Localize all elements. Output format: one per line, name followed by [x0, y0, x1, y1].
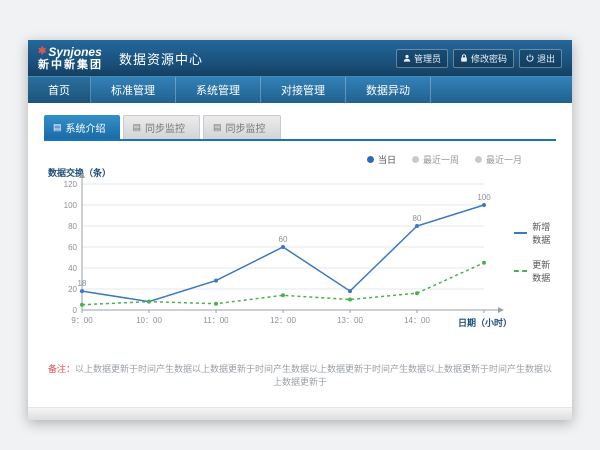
filter-label: 当日 [378, 153, 396, 166]
svg-text:12：00: 12：00 [270, 316, 296, 325]
nav-item-label: 数据异动 [366, 82, 410, 98]
tab-system-intro[interactable]: ▤ 系统介绍 [44, 115, 120, 139]
tab-label: 同步监控 [226, 120, 266, 135]
tab-label: 系统介绍 [66, 120, 106, 135]
tab-bar: ▤ 系统介绍 ▤ 同步监控 ▤ 同步监控 [44, 115, 556, 141]
radio-dot-icon [475, 156, 482, 163]
filter-label: 最近一周 [423, 153, 459, 166]
svg-text:日期（小时）: 日期（小时） [458, 317, 512, 328]
nav-item-label: 对接管理 [281, 82, 325, 98]
document-icon: ▤ [213, 123, 222, 132]
tab-sync-monitor-1[interactable]: ▤ 同步监控 [123, 115, 201, 139]
footnote-text: 以上数据更新于时间产生数据以上数据更新于时间产生数据以上数据更新于时间产生数据以… [75, 364, 552, 387]
svg-text:0: 0 [73, 306, 78, 315]
legend-item-updated-data[interactable]: 更新数据 [514, 258, 556, 284]
document-icon: ▤ [133, 123, 142, 132]
nav-item-home[interactable]: 首页 [28, 77, 91, 103]
tab-label: 同步监控 [145, 120, 185, 135]
legend-label: 新增数据 [532, 220, 556, 246]
change-password-button[interactable]: 修改密码 [453, 49, 514, 68]
footnote: 备注：以上数据更新于时间产生数据以上数据更新于时间产生数据以上数据更新于时间产生… [44, 362, 556, 388]
svg-text:100: 100 [64, 201, 78, 210]
header-actions: 管理员 修改密码 退出 [396, 49, 562, 68]
app-header: ✱ Synjones 新中新集团 数据资源中心 管理员 修改密码 [28, 40, 572, 76]
period-filters: 当日 最近一周 最近一月 [44, 153, 522, 166]
nav-item-data-change[interactable]: 数据异动 [346, 77, 431, 103]
svg-text:80: 80 [68, 222, 77, 231]
svg-text:40: 40 [68, 264, 77, 273]
tab-sync-monitor-2[interactable]: ▤ 同步监控 [203, 115, 281, 139]
radio-dot-icon [412, 156, 419, 163]
filter-today[interactable]: 当日 [367, 153, 396, 166]
filter-label: 最近一月 [486, 153, 522, 166]
logout-button[interactable]: 退出 [519, 49, 562, 68]
filter-last-week[interactable]: 最近一周 [412, 153, 459, 166]
lock-icon [460, 54, 468, 62]
line-chart: 数据交换（条） 0 20 40 60 80 100 120 9：00 10：00 11：00 12：0… [44, 166, 514, 338]
dashed-line-icon [514, 270, 527, 272]
svg-text:100: 100 [477, 193, 491, 202]
logo-flower-icon: ✱ [38, 47, 46, 57]
svg-text:20: 20 [68, 285, 77, 294]
logo-text: Synjones [48, 46, 101, 58]
page-title: 数据资源中心 [119, 49, 203, 68]
logo-subtitle: 新中新集团 [38, 60, 103, 71]
solid-line-icon [514, 232, 527, 234]
legend-item-new-data[interactable]: 新增数据 [514, 220, 556, 246]
chart-panel: 数据交换（条） 0 20 40 60 80 100 120 9：00 10：00 11：00 12：0… [44, 166, 556, 338]
chart-legend: 新增数据 更新数据 [514, 220, 556, 284]
logo-wordmark: ✱ Synjones [38, 46, 103, 58]
svg-text:数据交换（条）: 数据交换（条） [48, 167, 111, 178]
power-icon [526, 54, 534, 62]
svg-text:11：00: 11：00 [203, 316, 229, 325]
logout-label: 退出 [537, 52, 555, 65]
nav-item-label: 系统管理 [196, 82, 240, 98]
user-icon [403, 54, 411, 62]
app-window: ✱ Synjones 新中新集团 数据资源中心 管理员 修改密码 [28, 40, 572, 420]
document-icon: ▤ [53, 123, 62, 132]
nav-item-label: 标准管理 [111, 82, 155, 98]
change-password-label: 修改密码 [471, 52, 507, 65]
svg-text:60: 60 [279, 235, 288, 244]
window-footer [28, 407, 572, 420]
company-logo: ✱ Synjones 新中新集团 [38, 46, 103, 71]
nav-item-connect-mgmt[interactable]: 对接管理 [261, 77, 346, 103]
filter-last-month[interactable]: 最近一月 [475, 153, 522, 166]
main-nav: 首页 标准管理 系统管理 对接管理 数据异动 [28, 76, 572, 103]
radio-dot-icon [367, 156, 374, 163]
svg-text:120: 120 [64, 180, 78, 189]
admin-user-label: 管理员 [414, 52, 441, 65]
nav-item-standard-mgmt[interactable]: 标准管理 [91, 77, 176, 103]
nav-item-system-mgmt[interactable]: 系统管理 [176, 77, 261, 103]
svg-text:14：00: 14：00 [404, 316, 430, 325]
admin-user-button[interactable]: 管理员 [396, 49, 448, 68]
legend-label: 更新数据 [532, 258, 556, 284]
svg-text:9：00: 9：00 [71, 316, 93, 325]
nav-item-label: 首页 [48, 82, 70, 98]
svg-text:18: 18 [78, 279, 87, 288]
content-area: ▤ 系统介绍 ▤ 同步监控 ▤ 同步监控 当日 最近一周 [28, 103, 572, 407]
svg-text:13：00: 13：00 [337, 316, 363, 325]
footnote-prefix: 备注： [48, 364, 75, 374]
svg-text:10：00: 10：00 [136, 316, 162, 325]
svg-text:60: 60 [68, 243, 77, 252]
svg-text:80: 80 [413, 214, 422, 223]
